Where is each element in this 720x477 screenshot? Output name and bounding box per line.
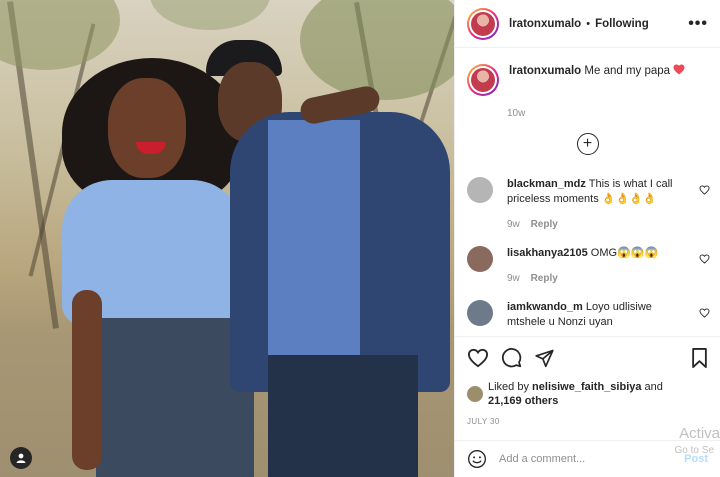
comment-icon[interactable] bbox=[501, 347, 522, 368]
comment-avatar[interactable] bbox=[467, 300, 493, 326]
comment-like-icon[interactable] bbox=[699, 308, 710, 318]
reply-button[interactable]: Reply bbox=[531, 273, 558, 284]
liker-avatar[interactable] bbox=[467, 386, 483, 402]
post-sidebar: lratonxumalo • Following ••• lratonxumal… bbox=[454, 0, 720, 477]
separator-dot: • bbox=[586, 17, 591, 30]
activation-watermark-sub: Go to Se bbox=[674, 445, 714, 456]
foliage bbox=[300, 0, 454, 100]
foliage bbox=[0, 0, 120, 70]
activation-watermark: Activa bbox=[679, 425, 720, 442]
comment-avatar[interactable] bbox=[467, 246, 493, 272]
following-button[interactable]: Following bbox=[595, 18, 649, 30]
liker-username[interactable]: nelisiwe_faith_sibiya bbox=[532, 381, 641, 393]
caption: lratonxumalo Me and my papa bbox=[455, 48, 720, 96]
comment-username[interactable]: lisakhanya2105 bbox=[507, 247, 588, 259]
comment-input[interactable] bbox=[499, 453, 659, 465]
foliage bbox=[150, 0, 270, 30]
comment-time: 9w bbox=[507, 273, 520, 284]
caption-text: Me and my papa bbox=[584, 65, 671, 77]
load-more-icon[interactable]: + bbox=[576, 133, 599, 155]
post-actions: Liked by nelisiwe_faith_sibiya and 21,16… bbox=[455, 336, 720, 426]
comment-username[interactable]: blackman_mdz bbox=[507, 178, 586, 190]
comment-item: blackman_mdz This is what I call pricele… bbox=[455, 177, 720, 232]
post-date[interactable]: JULY 30 bbox=[467, 417, 708, 426]
user-tag-icon[interactable] bbox=[10, 447, 32, 469]
comment-item: iamkwando_m Loyo udlisiwe mtshele u Nonz… bbox=[455, 300, 720, 330]
post-header: lratonxumalo • Following ••• bbox=[455, 0, 720, 48]
header-username[interactable]: lratonxumalo bbox=[509, 18, 581, 30]
reply-button[interactable]: Reply bbox=[531, 219, 558, 230]
emoji-icon[interactable] bbox=[467, 449, 487, 469]
likes-summary: Liked by nelisiwe_faith_sibiya and 21,16… bbox=[467, 380, 708, 408]
likes-count[interactable]: 21,169 others bbox=[488, 395, 558, 407]
comment-like-icon[interactable] bbox=[699, 254, 710, 264]
liked-by-and: and bbox=[644, 381, 663, 393]
comment-text: OMG😱😱😱 bbox=[590, 247, 659, 259]
liked-by-prefix: Liked by bbox=[488, 381, 529, 393]
more-options-icon[interactable]: ••• bbox=[688, 15, 708, 33]
caption-username[interactable]: lratonxumalo bbox=[509, 65, 581, 77]
comment-like-icon[interactable] bbox=[699, 185, 710, 195]
comment-username[interactable]: iamkwando_m bbox=[507, 301, 583, 313]
comment-avatar[interactable] bbox=[467, 177, 493, 203]
caption-avatar[interactable] bbox=[467, 64, 499, 96]
avatar[interactable] bbox=[467, 7, 499, 40]
comments-list[interactable]: lratonxumalo Me and my papa 10w + blackm… bbox=[455, 48, 720, 336]
share-icon[interactable] bbox=[534, 348, 555, 368]
bookmark-icon[interactable] bbox=[691, 347, 708, 368]
red-heart-icon bbox=[673, 64, 685, 75]
comment-item: lisakhanya2105 OMG😱😱😱 9w Reply bbox=[455, 246, 720, 286]
post-photo[interactable] bbox=[0, 0, 454, 477]
heart-icon[interactable] bbox=[467, 348, 489, 368]
comment-time: 9w bbox=[507, 219, 520, 230]
caption-time: 10w bbox=[507, 108, 526, 119]
